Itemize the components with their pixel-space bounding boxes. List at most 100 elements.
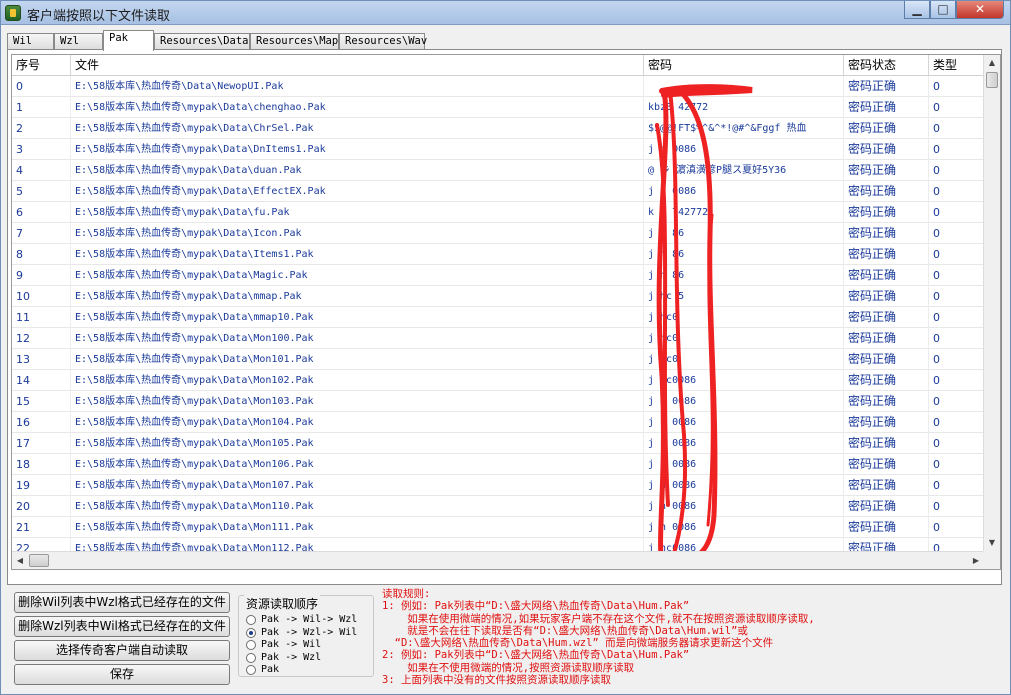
row-index: 15 xyxy=(12,391,71,412)
radio-button[interactable] xyxy=(246,627,256,638)
table-row[interactable]: 16 E:\58版本库\热血传奇\mypak\Data\Mon104.Pak j h… xyxy=(12,412,1000,433)
row-password: kbz3 42772 xyxy=(644,97,844,118)
tab-pak[interactable]: Pak xyxy=(103,30,154,51)
scroll-left-arrow-icon[interactable]: ◀ xyxy=(12,552,28,569)
row-password: j hc0 xyxy=(644,328,844,349)
tab-panel-pak: 序号 文件 密码 密码状态 类型 0 E:\58版本库\热血传奇\Data\New… xyxy=(7,49,1002,585)
row-type: 0 xyxy=(929,160,984,181)
rules-line: “D:\盛大网络\热血传奇\Data\Hum.wzl” 而是向微端服务器请求更新… xyxy=(382,637,774,650)
tab-resources-map[interactable]: Resources\Map xyxy=(250,33,339,50)
file-table[interactable]: 序号 文件 密码 密码状态 类型 0 E:\58版本库\热血传奇\Data\New… xyxy=(11,54,1001,570)
save-button[interactable]: 保存 xyxy=(14,664,230,685)
row-password: j hc 5 xyxy=(644,286,844,307)
row-password-status: 密码正确 xyxy=(844,370,929,391)
row-type: 0 xyxy=(929,244,984,265)
minimize-button[interactable]: ▁ xyxy=(904,1,930,19)
table-row[interactable]: 20 E:\58版本库\热血传奇\mypak\Data\Mon110.Pak j h… xyxy=(12,496,1000,517)
horizontal-scroll-thumb[interactable] xyxy=(29,554,49,567)
scroll-right-arrow-icon[interactable]: ▶ xyxy=(968,552,984,569)
column-header-index[interactable]: 序号 xyxy=(12,55,71,76)
row-password: $$@@!FT$%^&^*!@#^&Fggf 热血 xyxy=(644,118,844,139)
row-password-status: 密码正确 xyxy=(844,265,929,286)
row-password: j h 0086 xyxy=(644,475,844,496)
row-file-path: E:\58版本库\热血传奇\mypak\Data\DnItems1.Pak xyxy=(71,139,644,160)
row-index: 3 xyxy=(12,139,71,160)
app-icon xyxy=(5,5,21,21)
table-row[interactable]: 1 E:\58版本库\热血传奇\mypak\Data\chenghao.Pak kb… xyxy=(12,97,1000,118)
row-password-status: 密码正确 xyxy=(844,76,929,97)
vertical-scrollbar[interactable]: ▲ ▼ xyxy=(983,55,1000,551)
auto-read-client-button[interactable]: 选择传奇客户端自动读取 xyxy=(14,640,230,661)
table-row[interactable]: 4 E:\58版本库\热血传奇\mypak\Data\duan.Pak @ 乡 濵滇… xyxy=(12,160,1000,181)
radio-label: Pak -> Wzl-> Wil xyxy=(261,626,358,638)
row-type: 0 xyxy=(929,328,984,349)
table-row[interactable]: 5 E:\58版本库\热血传奇\mypak\Data\EffectEX.Pak j … xyxy=(12,181,1000,202)
table-row[interactable]: 15 E:\58版本库\热血传奇\mypak\Data\Mon103.Pak j h… xyxy=(12,391,1000,412)
table-row[interactable]: 9 E:\58版本库\热血传奇\mypak\Data\Magic.Pak j h 8… xyxy=(12,265,1000,286)
row-file-path: E:\58版本库\热血传奇\mypak\Data\Items1.Pak xyxy=(71,244,644,265)
row-password: j h 0086 xyxy=(644,391,844,412)
row-type: 0 xyxy=(929,349,984,370)
row-password: j h 86 xyxy=(644,244,844,265)
tab-wzl[interactable]: Wzl xyxy=(54,33,103,50)
column-header-file[interactable]: 文件 xyxy=(71,55,644,76)
table-row[interactable]: 2 E:\58版本库\热血传奇\mypak\Data\ChrSel.Pak $$@@… xyxy=(12,118,1000,139)
tab-resources-wav[interactable]: Resources\Wav xyxy=(339,33,427,50)
scroll-corner xyxy=(983,551,1000,569)
row-password-status: 密码正确 xyxy=(844,223,929,244)
row-file-path: E:\58版本库\热血传奇\mypak\Data\Magic.Pak xyxy=(71,265,644,286)
table-row[interactable]: 17 E:\58版本库\热血传奇\mypak\Data\Mon105.Pak j h… xyxy=(12,433,1000,454)
row-password: @ 乡 濵滇潢谚P腿ス夏好5Y36 xyxy=(644,160,844,181)
row-file-path: E:\58版本库\热血传奇\mypak\Data\Mon100.Pak xyxy=(71,328,644,349)
radio-button[interactable] xyxy=(246,652,256,663)
scroll-up-arrow-icon[interactable]: ▲ xyxy=(984,55,1000,71)
table-row[interactable]: 19 E:\58版本库\热血传奇\mypak\Data\Mon107.Pak j h… xyxy=(12,475,1000,496)
row-index: 7 xyxy=(12,223,71,244)
row-password: k z 742772 xyxy=(644,202,844,223)
rules-line: 1: 例如: Pak列表中“D:\盛大网络\热血传奇\Data\Hum.Pak” xyxy=(382,600,690,613)
row-password-status: 密码正确 xyxy=(844,307,929,328)
row-index: 17 xyxy=(12,433,71,454)
tab-wil[interactable]: Wil xyxy=(7,33,54,50)
row-file-path: E:\58版本库\热血传奇\mypak\Data\Mon110.Pak xyxy=(71,496,644,517)
row-password-status: 密码正确 xyxy=(844,391,929,412)
rules-line: 就是不会在往下读取是否有“D:\盛大网络\热血传奇\Data\Hum.wil”或 xyxy=(382,624,748,637)
close-button[interactable]: ✕ xyxy=(956,1,1004,19)
delete-wzl-duplicates-button[interactable]: 删除Wzl列表中Wil格式已经存在的文件 xyxy=(14,616,230,637)
row-file-path: E:\58版本库\热血传奇\Data\NewopUI.Pak xyxy=(71,76,644,97)
scroll-down-arrow-icon[interactable]: ▼ xyxy=(984,535,1000,551)
table-row[interactable]: 6 E:\58版本库\热血传奇\mypak\Data\fu.Pak k z 7427… xyxy=(12,202,1000,223)
column-header-type[interactable]: 类型 xyxy=(929,55,984,76)
table-row[interactable]: 14 E:\58版本库\热血传奇\mypak\Data\Mon102.Pak j h… xyxy=(12,370,1000,391)
column-header-password-status[interactable]: 密码状态 xyxy=(844,55,929,76)
table-row[interactable]: 12 E:\58版本库\热血传奇\mypak\Data\Mon100.Pak j h… xyxy=(12,328,1000,349)
row-password: j hc0 xyxy=(644,349,844,370)
row-file-path: E:\58版本库\热血传奇\mypak\Data\Icon.Pak xyxy=(71,223,644,244)
table-row[interactable]: 21 E:\58版本库\热血传奇\mypak\Data\Mon111.Pak j h… xyxy=(12,517,1000,538)
tab-resources-data[interactable]: Resources\Data xyxy=(154,33,250,50)
table-row[interactable]: 18 E:\58版本库\热血传奇\mypak\Data\Mon106.Pak j h… xyxy=(12,454,1000,475)
row-index: 0 xyxy=(12,76,71,97)
radio-button[interactable] xyxy=(246,665,256,675)
row-password-status: 密码正确 xyxy=(844,160,929,181)
row-password xyxy=(644,76,844,97)
vertical-scroll-thumb[interactable] xyxy=(986,72,998,88)
horizontal-scrollbar[interactable]: ◀ ▶ xyxy=(12,551,984,569)
table-row[interactable]: 3 E:\58版本库\热血传奇\mypak\Data\DnItems1.Pak j … xyxy=(12,139,1000,160)
table-row[interactable]: 8 E:\58版本库\热血传奇\mypak\Data\Items1.Pak j h … xyxy=(12,244,1000,265)
table-row[interactable]: 13 E:\58版本库\热血传奇\mypak\Data\Mon101.Pak j h… xyxy=(12,349,1000,370)
table-row[interactable]: 7 E:\58版本库\热血传奇\mypak\Data\Icon.Pak j h 86… xyxy=(12,223,1000,244)
row-type: 0 xyxy=(929,139,984,160)
row-password: j h 86 xyxy=(644,265,844,286)
row-type: 0 xyxy=(929,223,984,244)
radio-button[interactable] xyxy=(246,615,256,625)
column-header-password[interactable]: 密码 xyxy=(644,55,844,76)
row-file-path: E:\58版本库\热血传奇\mypak\Data\Mon106.Pak xyxy=(71,454,644,475)
maximize-button[interactable]: □ xyxy=(930,1,956,19)
table-row[interactable]: 11 E:\58版本库\热血传奇\mypak\Data\mmap10.Pak j h… xyxy=(12,307,1000,328)
row-index: 14 xyxy=(12,370,71,391)
radio-button[interactable] xyxy=(246,640,256,650)
table-row[interactable]: 0 E:\58版本库\热血传奇\Data\NewopUI.Pak 密码正确 0 xyxy=(12,76,1000,97)
table-row[interactable]: 10 E:\58版本库\热血传奇\mypak\Data\mmap.Pak j hc … xyxy=(12,286,1000,307)
delete-wil-duplicates-button[interactable]: 删除Wil列表中Wzl格式已经存在的文件 xyxy=(14,592,230,613)
